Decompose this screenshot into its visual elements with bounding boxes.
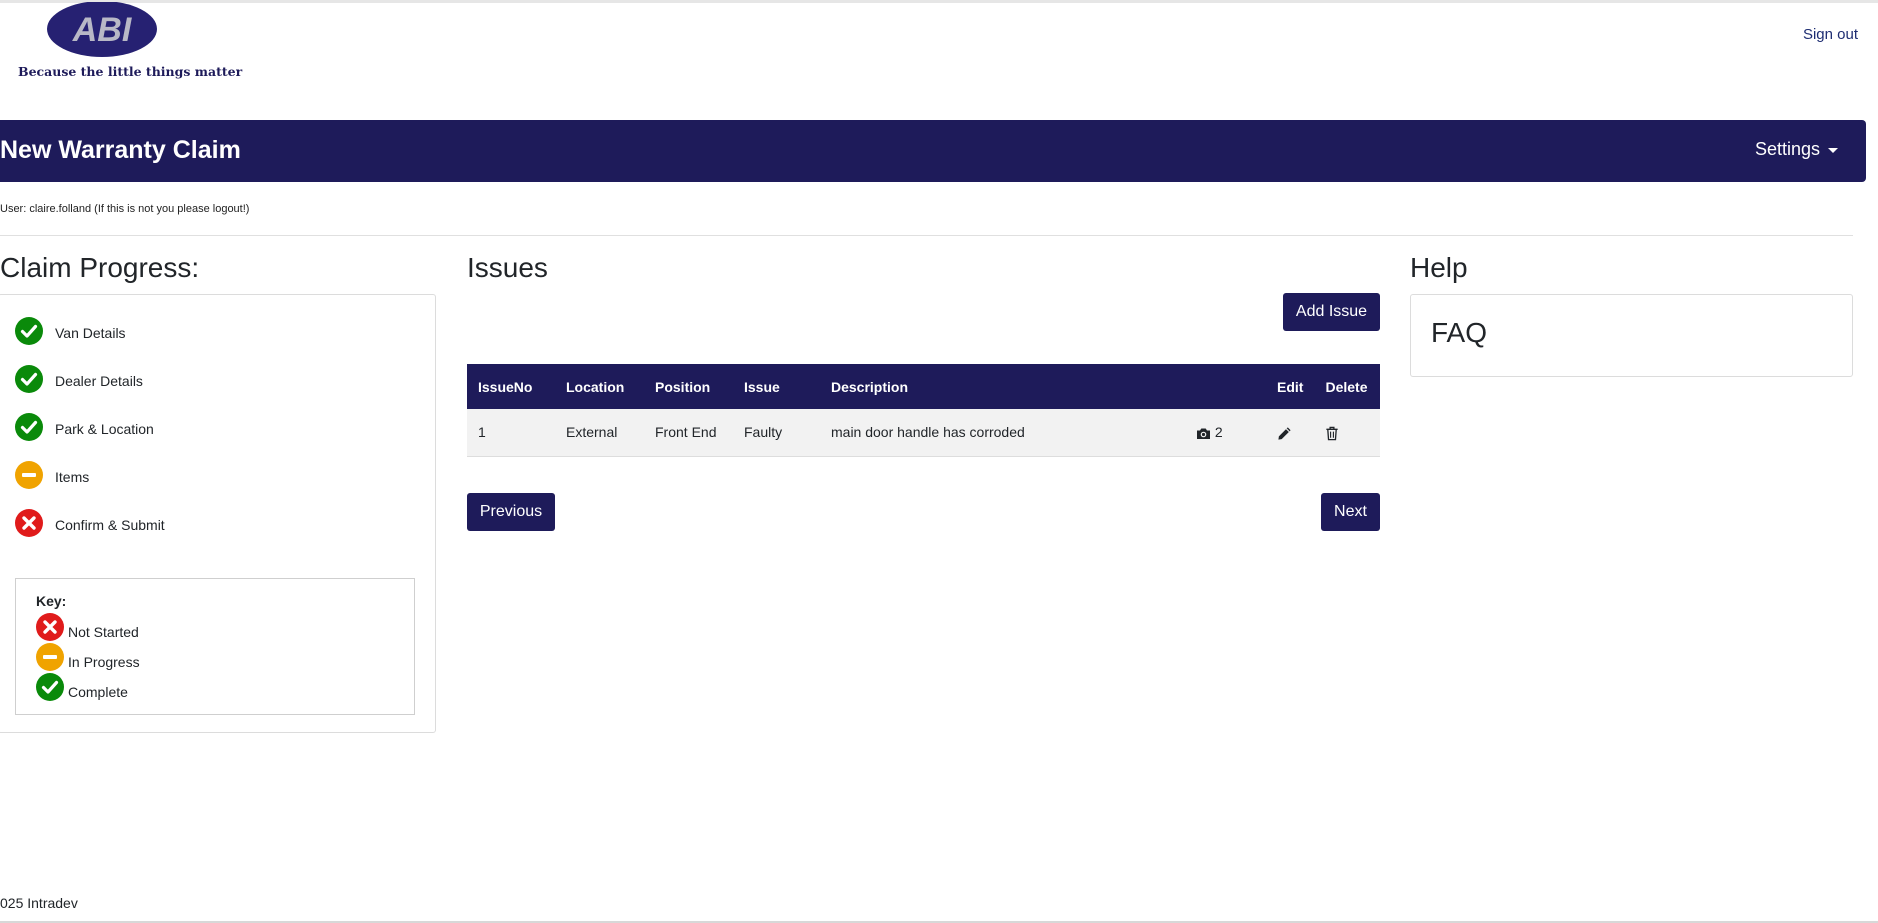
footer-copyright: 025 Intradev [0, 895, 78, 911]
column-header: Issue [744, 378, 780, 395]
key-title: Key: [36, 593, 67, 609]
key-label: Not Started [68, 624, 139, 640]
column-header: IssueNo [478, 378, 533, 395]
key-label: Complete [68, 684, 128, 700]
progress-label: Van Details [55, 325, 126, 341]
column-header: Edit [1277, 378, 1304, 395]
caret-down-icon [1828, 147, 1838, 153]
logo-text: ABI [72, 11, 133, 49]
edit-cell[interactable] [1266, 409, 1314, 456]
claim-progress-title: Claim Progress: [0, 252, 200, 283]
top-border [0, 0, 1878, 3]
add-issue-button[interactable]: Add Issue [1283, 293, 1380, 331]
status-key: Key: Not Started In Progress Complete [15, 578, 415, 715]
column-header: Location [566, 378, 625, 395]
trash-icon[interactable] [1325, 426, 1339, 441]
settings-label: Settings [1754, 139, 1820, 159]
x-circle-icon [15, 509, 43, 537]
delete-cell[interactable] [1314, 409, 1380, 456]
progress-label: Dealer Details [55, 373, 143, 389]
column-header [1185, 364, 1266, 409]
check-circle-icon [15, 365, 43, 393]
check-circle-icon [36, 673, 64, 701]
abi-logo[interactable]: ABI Because the little things matter [8, 1, 242, 79]
issues-table: IssueNo Location Position Issue Descript… [467, 364, 1380, 457]
issues-title: Issues [467, 252, 548, 283]
check-circle-icon [15, 413, 43, 441]
claim-progress-card: Van Details Dealer Details Park & Locati… [0, 294, 436, 733]
faq-link[interactable]: FAQ [1431, 317, 1487, 349]
cell-position: Front End [655, 424, 717, 441]
sign-out-link[interactable]: Sign out [1803, 26, 1858, 43]
logo-tagline: Because the little things matter [18, 64, 243, 79]
key-label: In Progress [68, 654, 140, 670]
column-header: Position [655, 378, 711, 395]
table-header-row: IssueNo Location Position Issue Descript… [467, 364, 1380, 409]
minus-circle-icon [15, 461, 43, 489]
cell-issue-no: 1 [478, 424, 486, 441]
column-header: Description [831, 378, 909, 395]
cell-issue: Faulty [744, 424, 783, 441]
camera-icon [1197, 428, 1210, 440]
photo-count: 2 [1214, 424, 1223, 441]
cell-description: main door handle has corroded [831, 424, 1025, 441]
page-banner: New Warranty Claim Settings [0, 120, 1866, 182]
settings-dropdown[interactable]: Settings [1755, 139, 1838, 160]
divider [0, 235, 1853, 236]
x-circle-icon [36, 613, 64, 641]
photos-link[interactable]: 2 [1185, 409, 1266, 456]
check-circle-icon [15, 317, 43, 345]
cell-location: External [566, 424, 618, 441]
page-title: New Warranty Claim [0, 136, 241, 164]
previous-button[interactable]: Previous [467, 493, 555, 531]
user-info: User: claire.folland (If this is not you… [0, 203, 250, 215]
next-button[interactable]: Next [1321, 493, 1380, 531]
progress-label: Park & Location [55, 421, 154, 437]
logo-mark: ABI [47, 1, 157, 57]
help-card: FAQ [1410, 294, 1853, 377]
help-title: Help [1410, 252, 1468, 283]
table-row: 1 External Front End Faulty main door ha… [467, 409, 1380, 456]
pencil-icon[interactable] [1277, 426, 1292, 441]
progress-label: Items [55, 469, 90, 485]
minus-circle-icon [36, 643, 64, 671]
progress-label: Confirm & Submit [55, 517, 165, 533]
column-header: Delete [1325, 378, 1368, 395]
